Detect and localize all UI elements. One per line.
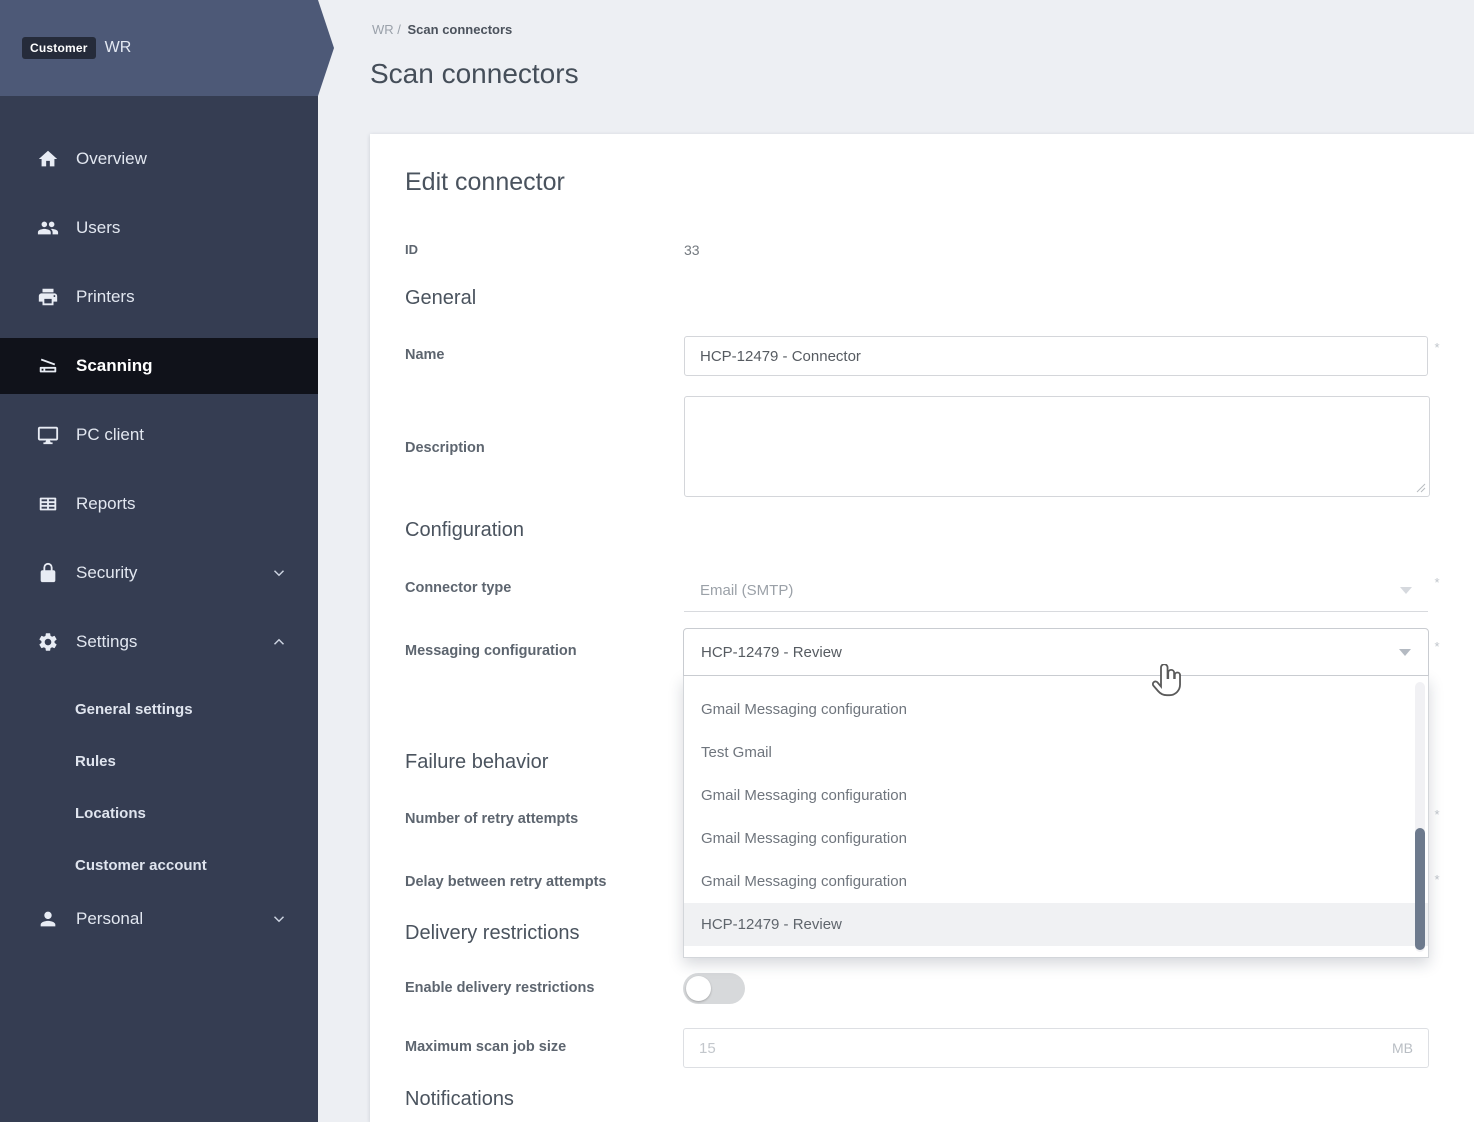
name-label: Name [405,347,445,363]
person-icon [36,907,60,931]
dropdown-option-selected[interactable]: HCP-12479 - Review [684,903,1428,946]
dropdown-scrollbar-thumb[interactable] [1415,828,1425,950]
dropdown-option[interactable]: Gmail Messaging configuration [684,817,1428,860]
sidebar-item-settings[interactable]: Settings [0,614,318,670]
section-general: General [405,287,476,310]
sidebar-item-security[interactable]: Security [0,545,318,601]
section-configuration: Configuration [405,519,524,542]
max-scan-job-size-input [683,1028,1429,1068]
page-title: Scan connectors [370,58,579,90]
sidebar-item-label: Personal [76,909,143,929]
max-scan-job-size-unit: MB [1392,1040,1413,1056]
table-icon [36,492,60,516]
chevron-up-icon [270,633,288,651]
dropdown-option[interactable]: Gmail Messaging configuration [684,688,1428,731]
sidebar-item-overview[interactable]: Overview [0,131,318,187]
retry-attempts-label: Number of retry attempts [405,811,578,827]
connector-type-select: Email (SMTP) [684,570,1428,612]
breadcrumb: WR / Scan connectors [372,22,512,37]
sidebar-item-label: Security [76,563,137,583]
sidebar-subitem-general-settings[interactable]: General settings [0,683,318,735]
sidebar-subitem-label: General settings [75,701,193,718]
breadcrumb-current: Scan connectors [408,22,513,37]
retry-delay-label: Delay between retry attempts [405,874,606,890]
lock-icon [36,561,60,585]
name-input[interactable] [684,336,1428,376]
sidebar-item-label: Printers [76,287,135,307]
sidebar-subitem-customer-account[interactable]: Customer account [0,839,318,891]
monitor-icon [36,423,60,447]
enable-delivery-restrictions-toggle[interactable] [683,973,745,1004]
sidebar-item-label: Overview [76,149,147,169]
sidebar-item-reports[interactable]: Reports [0,476,318,532]
sidebar-item-label: PC client [76,425,144,445]
sidebar-customer-header: Customer WR [0,0,334,96]
edit-connector-card: Edit connector ID 33 General Name * Desc… [370,134,1474,1122]
sidebar-item-label: Users [76,218,120,238]
required-marker: * [1432,807,1442,822]
sidebar-subitem-label: Locations [75,805,146,822]
connector-type-value: Email (SMTP) [700,582,793,599]
id-label: ID [405,242,418,257]
dropdown-arrow-icon [1399,649,1411,656]
messaging-configuration-select[interactable]: HCP-12479 - Review [683,628,1429,676]
printer-icon [36,285,60,309]
messaging-configuration-dropdown: Gmail Messaging configuration Test Gmail… [683,676,1429,958]
chevron-down-icon [270,564,288,582]
breadcrumb-root[interactable]: WR / [372,22,401,37]
home-icon [36,147,60,171]
connector-type-label: Connector type [405,580,511,596]
sidebar-item-pc-client[interactable]: PC client [0,407,318,463]
sidebar-item-label: Scanning [76,356,153,376]
required-marker: * [1432,340,1442,355]
gear-icon [36,630,60,654]
sidebar-item-users[interactable]: Users [0,200,318,256]
sidebar-subitem-label: Rules [75,753,116,770]
description-textarea[interactable] [684,396,1430,497]
enable-delivery-restrictions-label: Enable delivery restrictions [405,980,594,996]
required-marker: * [1432,575,1442,590]
messaging-configuration-value: HCP-12479 - Review [701,644,842,661]
sidebar-nav: Overview Users Printers Scanning PC clie… [0,131,318,960]
sidebar-subitem-label: Customer account [75,857,207,874]
form-title: Edit connector [405,168,565,197]
sidebar: Overview Users Printers Scanning PC clie… [0,0,318,1122]
sidebar-item-label: Reports [76,494,136,514]
messaging-configuration-label: Messaging configuration [405,643,577,659]
section-notifications: Notifications [405,1088,514,1111]
users-icon [36,216,60,240]
dropdown-arrow-icon [1400,587,1412,594]
section-failure-behavior: Failure behavior [405,751,548,774]
sidebar-item-label: Settings [76,632,137,652]
sidebar-subitem-rules[interactable]: Rules [0,735,318,787]
customer-badge: Customer [22,37,96,59]
sidebar-item-personal[interactable]: Personal [0,891,318,947]
sidebar-item-printers[interactable]: Printers [0,269,318,325]
dropdown-option[interactable]: Test Gmail [684,731,1428,774]
dropdown-option[interactable]: Gmail Messaging configuration [684,860,1428,903]
customer-name: WR [105,39,132,57]
max-scan-job-size-label: Maximum scan job size [405,1039,566,1055]
dropdown-option[interactable]: Gmail Messaging configuration [684,774,1428,817]
id-value: 33 [684,242,700,258]
chevron-down-icon [270,910,288,928]
description-label: Description [405,440,485,456]
scanner-icon [36,354,60,378]
section-delivery-restrictions: Delivery restrictions [405,922,579,945]
toggle-knob [686,976,711,1001]
sidebar-item-scanning[interactable]: Scanning [0,338,318,394]
required-marker: * [1432,639,1442,654]
sidebar-subitem-locations[interactable]: Locations [0,787,318,839]
required-marker: * [1432,872,1442,887]
